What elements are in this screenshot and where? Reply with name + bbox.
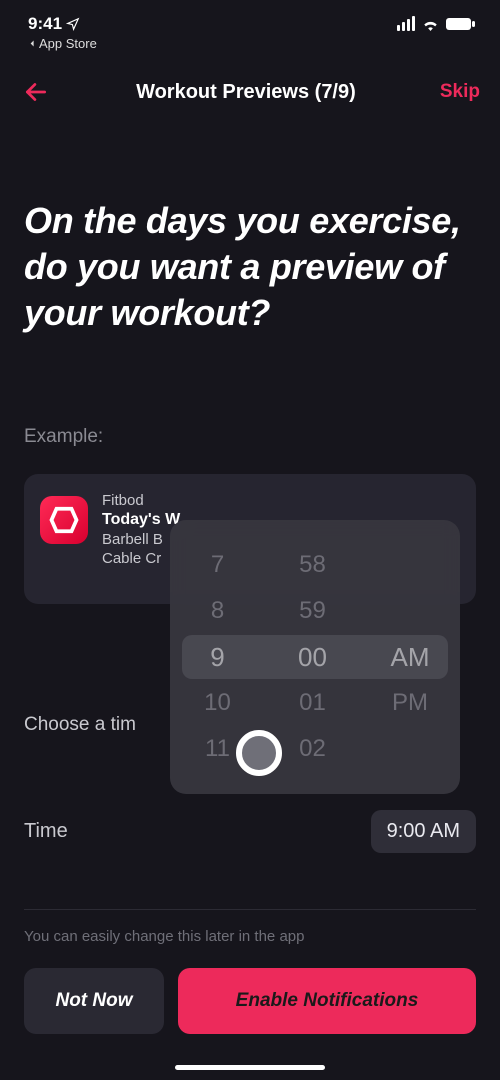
- skip-button[interactable]: Skip: [440, 81, 480, 103]
- status-back-label: App Store: [39, 36, 97, 51]
- picker-hour-item[interactable]: 10: [204, 689, 231, 717]
- notification-body-line1: Barbell B: [102, 531, 180, 548]
- hint-text: You can easily change this later in the …: [24, 928, 476, 945]
- notification-body-line2: Cable Cr: [102, 550, 180, 567]
- picker-minute-item[interactable]: 58: [299, 551, 326, 579]
- home-indicator[interactable]: [175, 1065, 325, 1070]
- location-icon: [66, 17, 80, 31]
- picker-selection-band: [182, 635, 448, 679]
- example-label: Example:: [24, 426, 476, 448]
- back-button[interactable]: [20, 76, 52, 108]
- cellular-icon: [397, 16, 415, 31]
- picker-ampm-item[interactable]: PM: [392, 689, 428, 717]
- enable-notifications-button[interactable]: Enable Notifications: [178, 968, 476, 1034]
- time-picker-popover[interactable]: 7 8 9 10 11 58 59 00 01 02 AM PM: [170, 520, 460, 794]
- time-label: Time: [24, 820, 68, 843]
- fitbod-logo-icon: [49, 505, 79, 535]
- time-row: Time 9:00 AM: [24, 810, 476, 853]
- loading-spinner-icon: [236, 730, 282, 776]
- battery-icon: [446, 17, 476, 31]
- wifi-icon: [421, 17, 440, 31]
- status-time: 9:41: [28, 14, 97, 34]
- picker-minute-item[interactable]: 02: [299, 735, 326, 763]
- picker-hour-item[interactable]: 11: [205, 735, 230, 763]
- button-row: Not Now Enable Notifications: [0, 968, 500, 1034]
- picker-hour-item[interactable]: 8: [211, 597, 224, 625]
- headline: On the days you exercise, do you want a …: [24, 198, 476, 336]
- status-bar: 9:41 App Store: [0, 0, 500, 56]
- status-back-to-app[interactable]: App Store: [28, 36, 97, 51]
- time-value-pill[interactable]: 9:00 AM: [371, 810, 476, 853]
- nav-row: Workout Previews (7/9) Skip: [0, 56, 500, 128]
- arrow-left-icon: [23, 79, 49, 105]
- picker-minute-item[interactable]: 01: [299, 689, 326, 717]
- notification-title: Today's W: [102, 511, 180, 529]
- notification-app-name: Fitbod: [102, 492, 180, 509]
- not-now-button[interactable]: Not Now: [24, 968, 164, 1034]
- app-icon: [40, 496, 88, 544]
- caret-left-icon: [28, 39, 37, 48]
- status-indicators: [397, 16, 476, 31]
- picker-hour-item[interactable]: 7: [211, 551, 224, 579]
- clock-text: 9:41: [28, 14, 62, 34]
- page-title: Workout Previews (7/9): [52, 81, 440, 104]
- picker-minute-item[interactable]: 59: [299, 597, 326, 625]
- divider: [24, 909, 476, 910]
